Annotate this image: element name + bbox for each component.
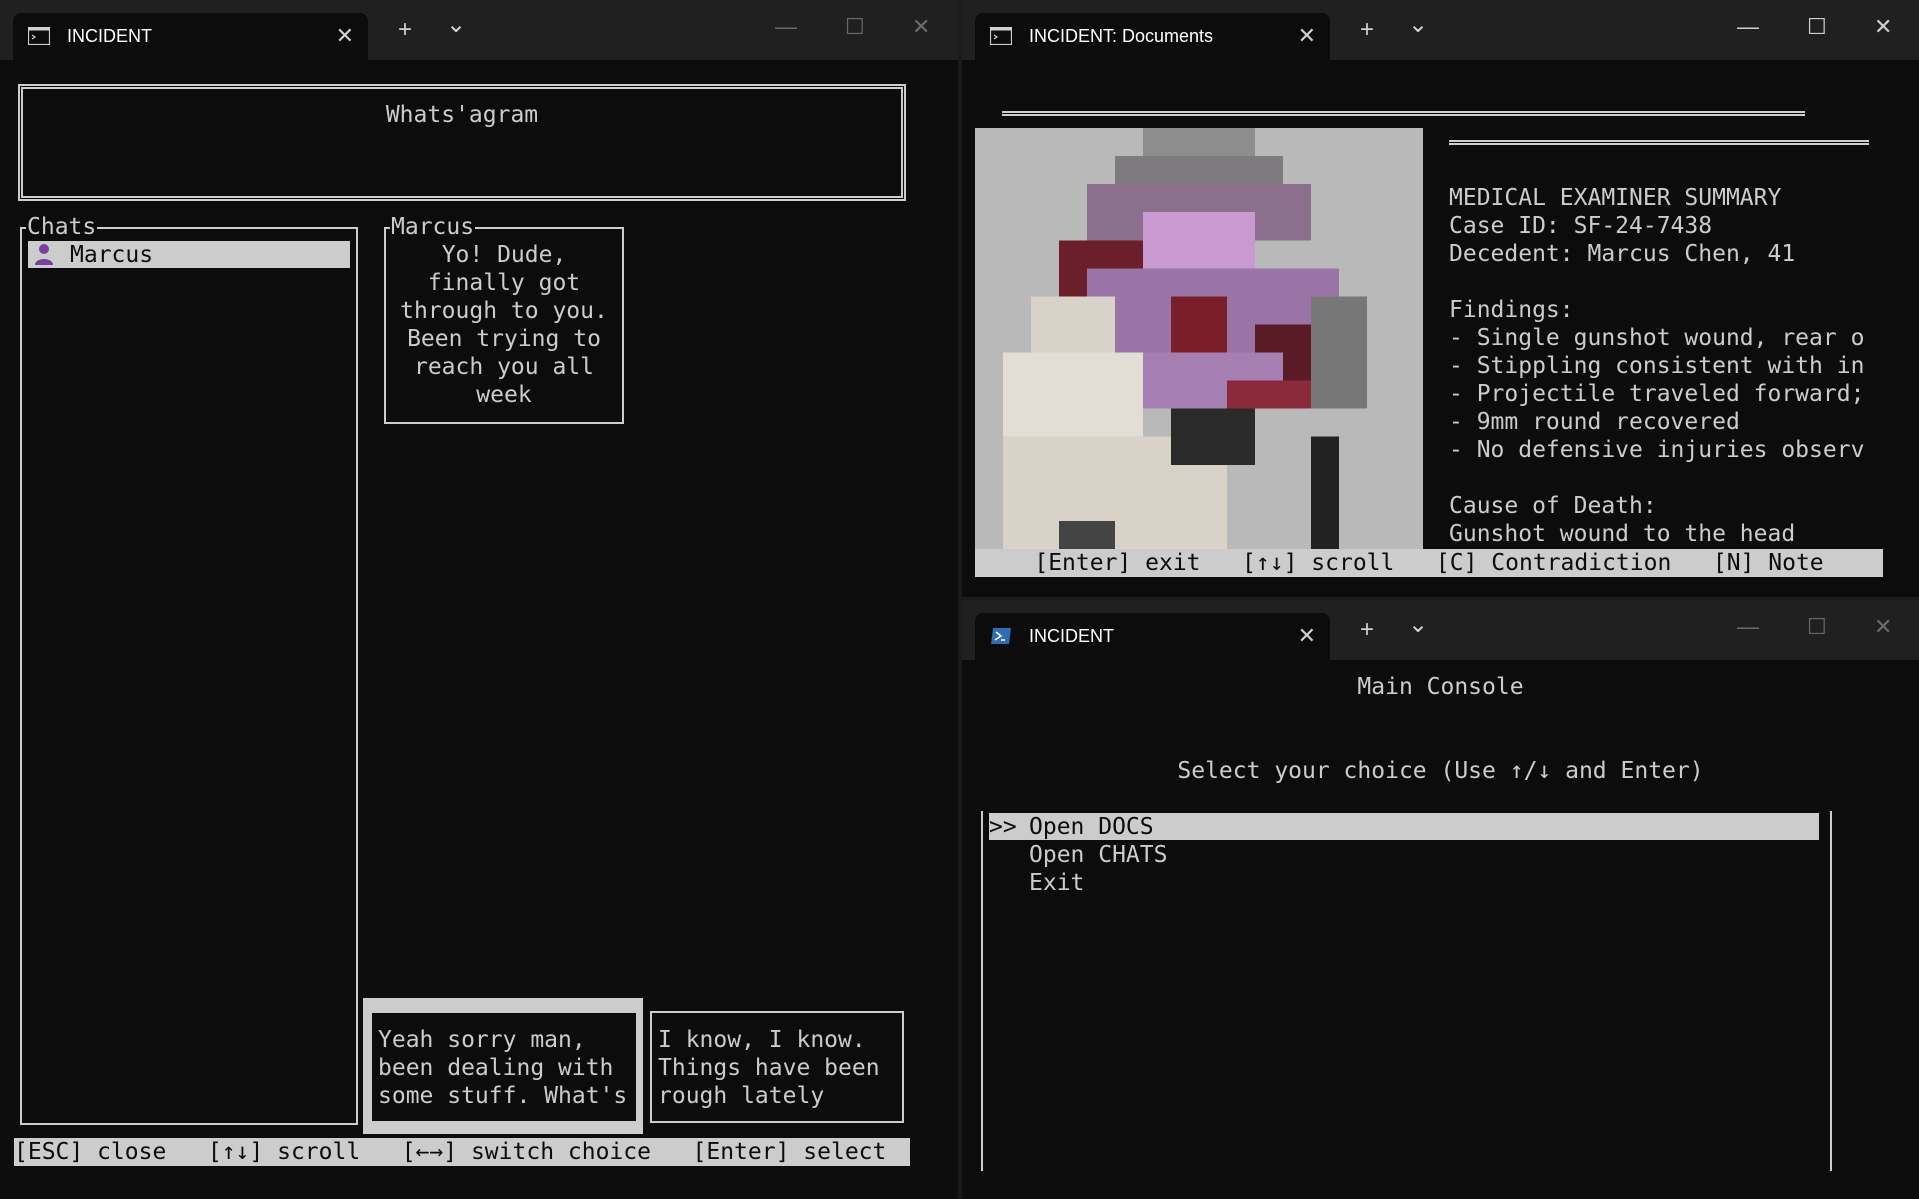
chats-panel-title: Chats: [26, 213, 98, 241]
console-window-tab[interactable]: INCIDENT ✕: [975, 613, 1330, 660]
minimize-icon[interactable]: —: [1737, 614, 1759, 640]
tab-title: INCIDENT: Documents: [1029, 26, 1214, 46]
doc-line: Case ID: SF-24-7438: [1449, 213, 1713, 239]
close-tab-icon[interactable]: ✕: [1298, 23, 1316, 49]
docs-window-tab[interactable]: INCIDENT: Documents ✕: [975, 13, 1330, 60]
minimize-icon[interactable]: —: [1737, 14, 1759, 40]
maximize-icon[interactable]: ☐: [1807, 614, 1827, 640]
close-window-icon[interactable]: ✕: [1874, 14, 1892, 40]
doc-line: Findings:: [1449, 297, 1574, 323]
doc-line: Cause of Death:: [1449, 493, 1657, 519]
docs-window-titlebar: INCIDENT: Documents ✕ + ⌄ — ☐ ✕: [962, 0, 1919, 60]
close-window-icon[interactable]: ✕: [1874, 614, 1892, 640]
chat-window: INCIDENT ✕ + ⌄ — ☐ ✕ Whats'agram Chats M…: [0, 0, 958, 1199]
menu-option-label: Open DOCS: [1029, 814, 1154, 840]
selection-marker: >>: [989, 814, 1017, 840]
doc-line: - Stippling consistent with in: [1449, 353, 1865, 379]
incoming-message-text: Yo! Dude, finally got through to you. Be…: [400, 242, 608, 408]
close-tab-icon[interactable]: ✕: [336, 23, 354, 49]
console-window: INCIDENT ✕ + ⌄ — ☐ ✕ Main Console Select…: [962, 600, 1919, 1199]
minimize-icon[interactable]: —: [775, 14, 797, 40]
doc-divider-right: [1449, 140, 1869, 145]
doc-line: - Projectile traveled forward;: [1449, 381, 1865, 407]
doc-divider-top: [1002, 111, 1805, 116]
doc-line: - No defensive injuries observ: [1449, 437, 1865, 463]
tab-title: INCIDENT: [67, 26, 152, 46]
doc-line: - 9mm round recovered: [1449, 409, 1740, 435]
maximize-icon[interactable]: ☐: [1807, 14, 1827, 40]
doc-line: Decedent: Marcus Chen, 41: [1449, 241, 1796, 267]
new-tab-icon[interactable]: +: [1360, 16, 1374, 44]
close-tab-icon[interactable]: ✕: [1298, 623, 1316, 649]
menu-option-open-chats[interactable]: Open CHATS: [1029, 841, 1167, 869]
document-body: MEDICAL EXAMINER SUMMARY Case ID: SF-24-…: [1449, 184, 1869, 549]
terminal-icon: [28, 27, 50, 45]
terminal-icon: [990, 27, 1012, 45]
doc-line: MEDICAL EXAMINER SUMMARY: [1449, 185, 1782, 211]
new-tab-icon[interactable]: +: [398, 16, 412, 44]
menu-option-exit[interactable]: Exit: [1029, 869, 1084, 897]
console-window-titlebar: INCIDENT ✕ + ⌄ — ☐ ✕: [962, 600, 1919, 660]
chat-help-bar-text: [ESC] close [↑↓] scroll [←→] switch choi…: [14, 1139, 910, 1165]
maximize-icon[interactable]: ☐: [845, 14, 865, 40]
console-heading: Main Console: [1357, 674, 1524, 700]
reply-choice-2-text: I know, I know. Things have been rough l…: [658, 1027, 880, 1109]
new-tab-icon[interactable]: +: [1360, 616, 1374, 644]
doc-line: - Single gunshot wound, rear o: [1449, 325, 1865, 351]
app-title: Whats'agram: [385, 102, 539, 128]
close-window-icon[interactable]: ✕: [912, 14, 930, 40]
evidence-photo: [975, 128, 1423, 549]
reply-choice-1-text: Yeah sorry man, been dealing with some s…: [378, 1027, 628, 1109]
docs-window: INCIDENT: Documents ✕ + ⌄ — ☐ ✕ MEDICAL …: [962, 0, 1919, 597]
conversation-title: Marcus: [390, 213, 476, 241]
chat-window-tab[interactable]: INCIDENT ✕: [13, 13, 368, 60]
powershell-icon: [991, 628, 1011, 644]
chat-window-titlebar: INCIDENT ✕ + ⌄ — ☐ ✕: [0, 0, 958, 60]
chevron-down-icon[interactable]: ⌄: [1408, 10, 1428, 39]
doc-line: Gunshot wound to the head: [1449, 521, 1796, 547]
chat-list-item-label: Marcus: [70, 242, 154, 268]
chevron-down-icon[interactable]: ⌄: [446, 10, 466, 39]
tab-title: INCIDENT: [1029, 626, 1114, 646]
chevron-down-icon[interactable]: ⌄: [1408, 610, 1428, 639]
console-prompt: Select your choice (Use ↑/↓ and Enter): [1177, 758, 1704, 784]
chats-panel: [20, 227, 358, 1125]
docs-help-bar-text: [Enter] exit [↑↓] scroll [C] Contradicti…: [1034, 550, 1824, 576]
user-icon: [35, 244, 53, 265]
